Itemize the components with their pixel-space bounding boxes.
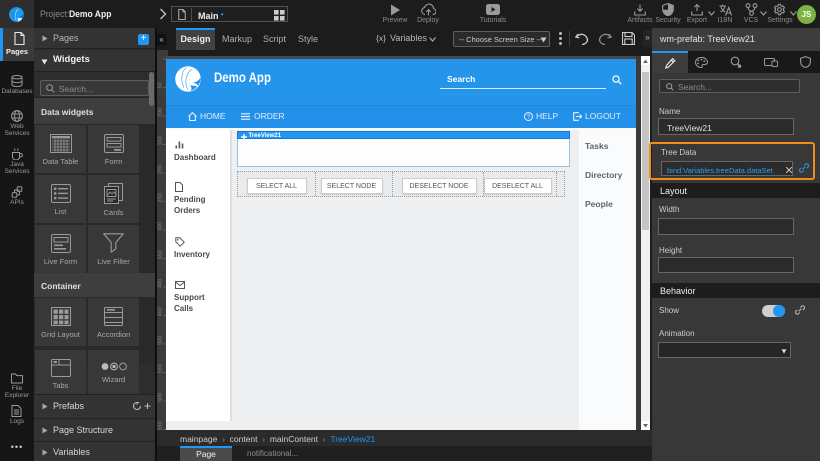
svg-text:600: 600 [158,393,164,402]
svg-text:100: 100 [158,108,164,117]
svg-text:400: 400 [158,279,164,288]
svg-text:200: 200 [158,165,164,174]
svg-text:350: 350 [158,250,164,259]
svg-text:500: 500 [158,336,164,345]
svg-text:550: 550 [158,364,164,373]
svg-text:300: 300 [158,222,164,231]
svg-text:50: 50 [158,82,164,88]
svg-text:250: 250 [158,193,164,202]
svg-text:150: 150 [158,136,164,145]
svg-text:450: 450 [158,307,164,316]
